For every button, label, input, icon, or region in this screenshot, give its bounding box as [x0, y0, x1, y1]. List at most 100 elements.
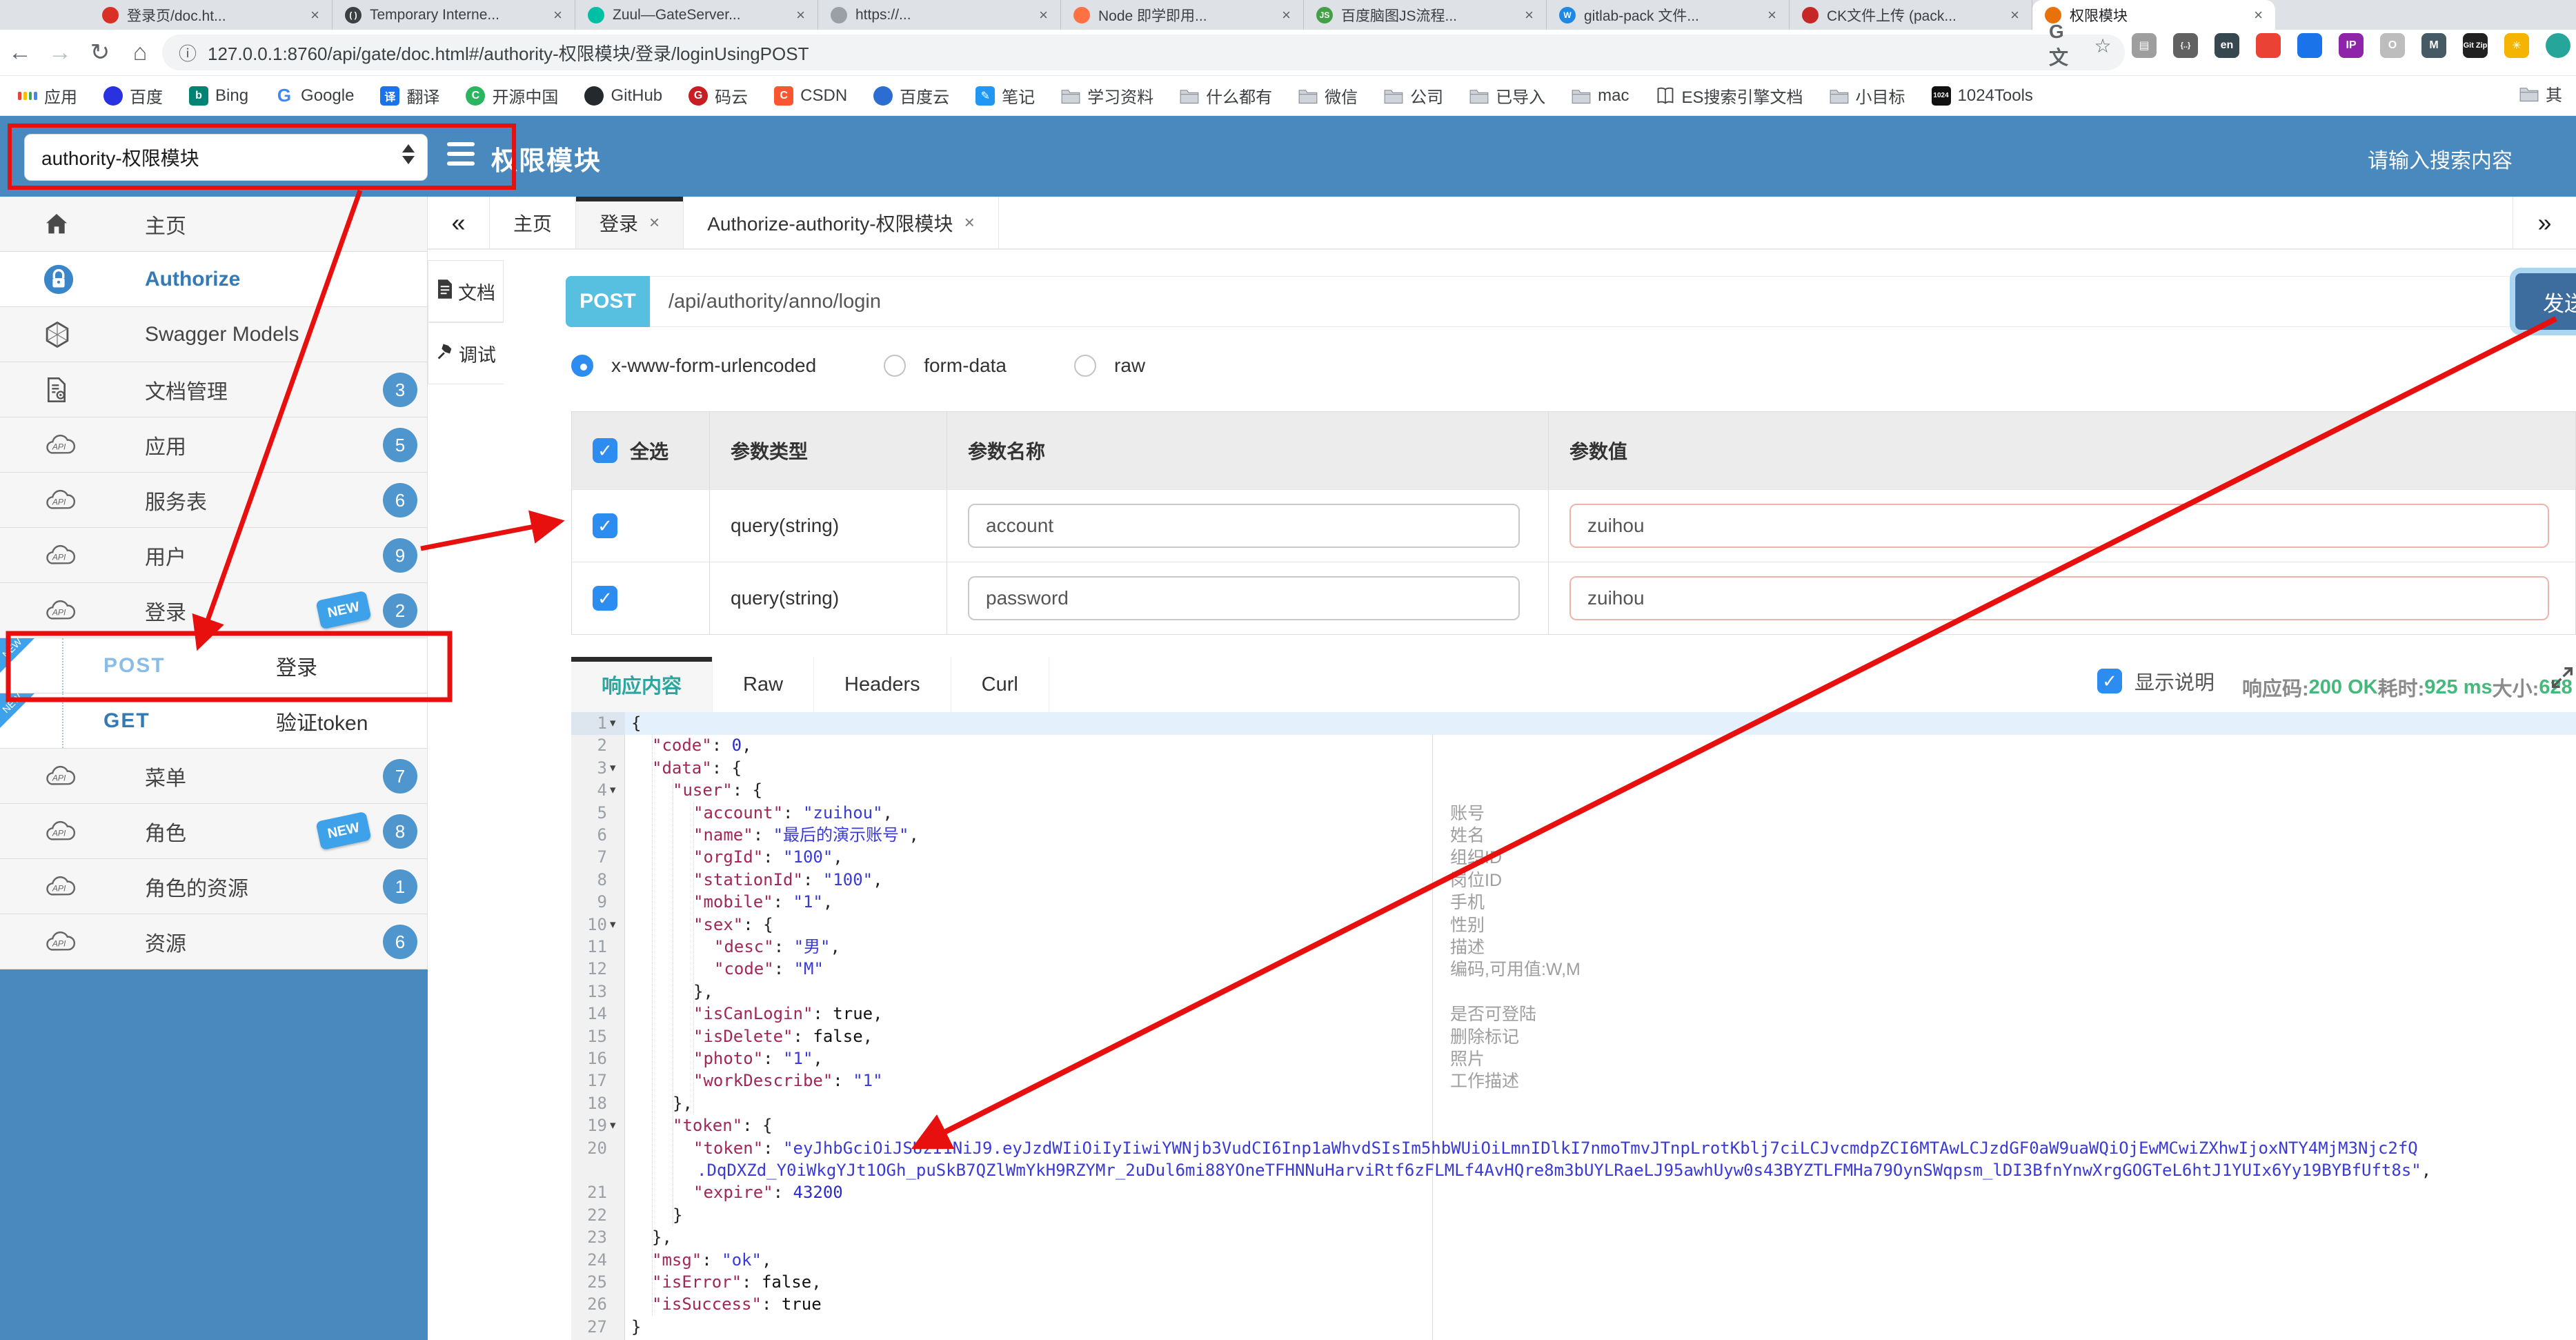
body-type-radio[interactable] [884, 355, 906, 377]
fold-arrow-icon[interactable]: ▾ [610, 783, 616, 797]
tab-close-icon[interactable]: × [649, 212, 660, 233]
bookmark-item[interactable]: 其 [2519, 81, 2562, 106]
bookmark-item[interactable]: 公司 [1384, 83, 1443, 108]
bookmark-item[interactable]: C CSDN [774, 86, 847, 106]
mode-tab-调试[interactable]: 调试 [428, 322, 504, 384]
browser-tab[interactable]: Zuul—GateServer... × [575, 0, 818, 30]
browser-tab-close-icon[interactable]: × [310, 6, 319, 24]
bookmark-item[interactable]: b Bing [189, 86, 248, 106]
browser-tab[interactable]: https://... × [818, 0, 1061, 30]
avatar[interactable] [2546, 33, 2570, 58]
bookmark-item[interactable]: C 开源中国 [466, 83, 558, 108]
sidebar-item-Authorize[interactable]: Authorize [0, 252, 427, 307]
browser-tab-close-icon[interactable]: × [553, 6, 562, 24]
show-description-checkbox[interactable]: ✓ [2097, 669, 2122, 693]
bookmark-item[interactable]: 已导入 [1469, 83, 1545, 108]
param-value-input[interactable]: zuihou [1569, 504, 2549, 548]
browser-tab[interactable]: ( ) Temporary Interne... × [333, 0, 575, 30]
sidebar-item-登录[interactable]: API 登录 NEW 2 [0, 583, 427, 638]
bookmark-item[interactable]: 什么都有 [1180, 83, 1272, 108]
fold-arrow-icon[interactable]: ▾ [610, 716, 616, 730]
show-description-toggle[interactable]: ✓ 显示说明 [2097, 667, 2215, 696]
response-tab-Curl[interactable]: Curl [951, 657, 1049, 712]
mode-tab-文档[interactable]: 文档 [428, 260, 504, 322]
send-button[interactable]: 发送 [2515, 273, 2576, 330]
bookmark-item[interactable]: G 码云 [688, 83, 748, 108]
bookmark-item[interactable]: 小目标 [1830, 83, 1905, 108]
header-search-input[interactable]: 请输入搜索内容 [2368, 144, 2513, 174]
request-url-input[interactable]: /api/authority/anno/login [650, 276, 2515, 327]
browser-tab[interactable]: 登录页/doc.ht... × [90, 0, 333, 30]
site-info-icon[interactable]: ⓘ [179, 40, 197, 66]
reload-icon[interactable]: ↻ [80, 39, 120, 66]
browser-tab-close-icon[interactable]: × [1039, 6, 1048, 24]
bookmark-item[interactable]: 1024 1024Tools [1931, 86, 2033, 106]
ext-purple-icon[interactable]: IP [2339, 33, 2364, 58]
bookmark-item[interactable]: ES搜索引擎文档 [1656, 83, 1803, 108]
sidebar-item-菜单[interactable]: API 菜单 7 [0, 749, 427, 804]
browser-tab-close-icon[interactable]: × [1282, 6, 1291, 24]
body-type-radio[interactable] [571, 355, 593, 377]
ext-notes-icon[interactable]: ▤ [2132, 33, 2157, 58]
sidebar-item-用户[interactable]: API 用户 9 [0, 528, 427, 583]
sidebar-item-Swagger Models[interactable]: Swagger Models [0, 307, 427, 362]
sidebar-item-资源[interactable]: API 资源 6 [0, 914, 427, 969]
select-all-checkbox[interactable]: ✓ [593, 438, 617, 463]
browser-tab[interactable]: Wgitlab-pack 文件... × [1547, 0, 1790, 30]
tab-Authorize-authority-权限模块[interactable]: Authorize-authority-权限模块 × [684, 197, 999, 248]
forward-icon[interactable]: → [40, 39, 80, 66]
home-icon[interactable]: ⌂ [120, 39, 160, 66]
sidebar-endpoint-登录[interactable]: NEW POST 登录 [0, 636, 427, 693]
tabs-scroll-left[interactable]: « [428, 197, 490, 248]
tab-主页[interactable]: 主页 [490, 197, 577, 248]
menu-icon[interactable] [447, 142, 475, 166]
url-bar[interactable]: ⓘ 127.0.0.1:8760/api/gate/doc.html#/auth… [162, 35, 2125, 70]
browser-tab[interactable]: Node 即学即用... × [1061, 0, 1304, 30]
sidebar-item-应用[interactable]: API 应用 5 [0, 417, 427, 473]
back-icon[interactable]: ← [0, 39, 40, 66]
sidebar-item-角色的资源[interactable]: API 角色的资源 1 [0, 859, 427, 914]
response-tab-Raw[interactable]: Raw [713, 657, 815, 712]
param-name-input[interactable]: password [968, 576, 1520, 620]
bookmark-item[interactable]: ✎ 笔记 [975, 83, 1035, 108]
bookmarks-overflow[interactable]: 其 [2519, 81, 2562, 106]
sidebar-item-文档管理[interactable]: 文档管理 3 [0, 362, 427, 417]
browser-tab-close-icon[interactable]: × [2010, 6, 2019, 24]
body-type-radio[interactable] [1074, 355, 1097, 377]
ext-shield-icon[interactable]: M [2421, 33, 2446, 58]
bookmark-item[interactable]: 译翻译 [380, 83, 439, 108]
browser-tab-close-icon[interactable]: × [2254, 6, 2263, 24]
browser-tab-close-icon[interactable]: × [796, 6, 805, 24]
module-select[interactable]: authority-权限模块 [24, 134, 428, 181]
ext-dict-icon[interactable]: en [2215, 33, 2239, 58]
ext-colorful-icon[interactable]: ✳ [2504, 33, 2529, 58]
browser-tab-close-icon[interactable]: × [1525, 6, 1534, 24]
fold-arrow-icon[interactable]: ▾ [610, 918, 616, 932]
sidebar-item-服务表[interactable]: API 服务表 6 [0, 473, 427, 528]
response-tab-响应内容[interactable]: 响应内容 [571, 657, 713, 712]
tab-close-icon[interactable]: × [964, 212, 975, 233]
fold-arrow-icon[interactable]: ▾ [610, 761, 616, 775]
ext-gitzip-icon[interactable]: Git Zip [2463, 33, 2488, 58]
ext-colorwheel-icon[interactable] [2256, 33, 2281, 58]
fold-arrow-icon[interactable]: ▾ [610, 1119, 616, 1132]
bookmark-item[interactable]: 微信 [1298, 83, 1358, 108]
bookmark-item[interactable]: mac [1572, 86, 1629, 106]
bookmark-item[interactable]: GitHub [584, 86, 662, 106]
bookmark-item[interactable]: 学习资料 [1061, 83, 1153, 108]
sidebar-endpoint-验证token[interactable]: NEW GET 验证token [0, 691, 427, 749]
ext-json-icon[interactable]: {..} [2173, 33, 2198, 58]
param-value-input[interactable]: zuihou [1569, 576, 2549, 620]
expand-icon[interactable] [2548, 664, 2576, 695]
param-name-input[interactable]: account [968, 504, 1520, 548]
response-tab-Headers[interactable]: Headers [814, 657, 951, 712]
bookmark-item[interactable]: G Google [275, 85, 355, 106]
param-checkbox[interactable]: ✓ [593, 586, 617, 611]
ext-ring-icon[interactable]: O [2380, 33, 2405, 58]
translate-icon[interactable]: G文 [2049, 21, 2074, 68]
browser-tab-close-icon[interactable]: × [1767, 6, 1776, 24]
tab-登录[interactable]: 登录 × [576, 197, 684, 248]
bookmark-item[interactable]: 百度云 [873, 83, 949, 108]
browser-tab[interactable]: CK文件上传 (pack... × [1790, 0, 2032, 30]
bookmark-item[interactable]: 应用 [18, 83, 77, 108]
